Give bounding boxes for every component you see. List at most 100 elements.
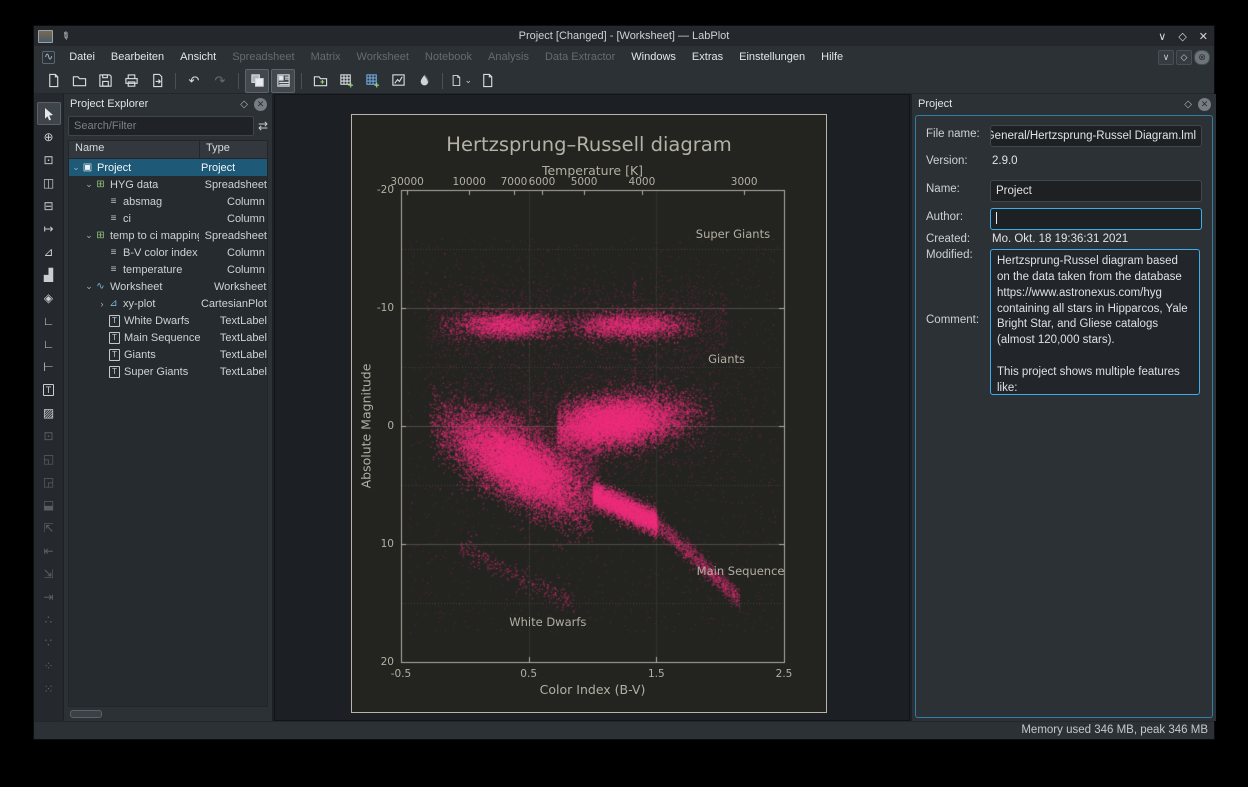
expander-icon[interactable]: › bbox=[97, 299, 107, 309]
column-icon: ≡ bbox=[107, 196, 120, 207]
new-project-button[interactable] bbox=[41, 69, 65, 93]
tool-zoom-fit-x: ⬓ bbox=[37, 493, 61, 516]
toggle-properties-explorer-button[interactable] bbox=[271, 69, 295, 93]
menu-bearbeiten[interactable]: Bearbeiten bbox=[103, 51, 172, 63]
properties-dock: Project ◇ ✕ File name: lot/data/examples… bbox=[910, 94, 1216, 721]
tool-add-axis-3[interactable]: ⊢ bbox=[37, 355, 61, 378]
spreadsheet-icon: ⊞ bbox=[94, 179, 107, 190]
tool-add-fit[interactable]: ◈ bbox=[37, 286, 61, 309]
x2-tick-label: 6000 bbox=[529, 176, 556, 188]
expander-icon[interactable]: ⌄ bbox=[84, 281, 94, 292]
x-tick-label: 2.5 bbox=[776, 668, 793, 680]
template-save-button[interactable] bbox=[475, 69, 499, 93]
undo-button[interactable]: ↶ bbox=[182, 69, 206, 93]
export-button[interactable] bbox=[145, 69, 169, 93]
float-dock-icon[interactable]: ◇ bbox=[1184, 99, 1192, 110]
save-project-button[interactable] bbox=[93, 69, 117, 93]
horizontal-scrollbar[interactable] bbox=[70, 710, 102, 718]
menu-hilfe[interactable]: Hilfe bbox=[813, 51, 851, 63]
tool-zoom-x-select[interactable]: ◫ bbox=[37, 171, 61, 194]
item-type: Project bbox=[195, 162, 267, 174]
tool-zoom-select[interactable]: ⊡ bbox=[37, 148, 61, 171]
text-caret bbox=[996, 212, 997, 224]
open-project-button[interactable] bbox=[67, 69, 91, 93]
menu-einstellungen[interactable]: Einstellungen bbox=[731, 51, 813, 63]
author-label: Author: bbox=[926, 211, 963, 223]
tool-shift-range[interactable]: ↦ bbox=[37, 217, 61, 240]
expander-icon[interactable]: ⌄ bbox=[84, 179, 94, 190]
tree-row-temp-to-ci-mapping[interactable]: ⌄⊞temp to ci mappingSpreadsheet bbox=[69, 227, 267, 244]
add-worksheet-button[interactable] bbox=[386, 69, 410, 93]
add-folder-button[interactable] bbox=[308, 69, 332, 93]
close-dock-icon[interactable]: ✕ bbox=[1198, 98, 1211, 111]
menu-ansicht[interactable]: Ansicht bbox=[172, 51, 224, 63]
properties-title: Project bbox=[918, 98, 952, 110]
float-dock-icon[interactable]: ◇ bbox=[240, 99, 248, 110]
mdi-minimize-button[interactable]: ∨ bbox=[1158, 50, 1174, 65]
new-from-template-button[interactable]: ⌄ bbox=[449, 69, 473, 93]
y-tick-label: -20 bbox=[377, 184, 394, 196]
minimize-button[interactable]: ∨ bbox=[1158, 30, 1166, 43]
comment-textarea[interactable]: Hertzsprung-Russel diagram based on the … bbox=[990, 249, 1200, 395]
mdi-close-button[interactable]: ⊗ bbox=[1194, 50, 1210, 65]
tool-add-histogram[interactable]: ▟ bbox=[37, 263, 61, 286]
tool-add-plot[interactable]: ⊿ bbox=[37, 240, 61, 263]
version-label: Version: bbox=[926, 155, 968, 167]
item-type: TextLabel bbox=[214, 332, 267, 344]
tree-row-temperature[interactable]: ≡temperatureColumn bbox=[69, 261, 267, 278]
created-label: Created: bbox=[926, 233, 970, 245]
modified-label: Modified: bbox=[926, 249, 973, 261]
expander-icon[interactable]: ⌄ bbox=[84, 230, 94, 241]
tree-row-giants[interactable]: TGiantsTextLabel bbox=[69, 346, 267, 363]
tool-add-text-label[interactable]: T bbox=[37, 378, 61, 401]
color-theme-button[interactable] bbox=[412, 69, 436, 93]
tree-row-absmag[interactable]: ≡absmagColumn bbox=[69, 193, 267, 210]
name-input[interactable]: Project bbox=[990, 180, 1202, 202]
add-spreadsheet-button[interactable] bbox=[334, 69, 358, 93]
worksheet-icon: ∿ bbox=[94, 281, 107, 292]
add-matrix-button[interactable] bbox=[360, 69, 384, 93]
expander-icon[interactable]: ⌄ bbox=[71, 162, 81, 173]
filter-options-icon[interactable]: ⇄ bbox=[258, 119, 268, 133]
tree-row-xy-plot[interactable]: ›⊿xy-plotCartesianPlot bbox=[69, 295, 267, 312]
x-tick-label: 0.5 bbox=[520, 668, 537, 680]
column-icon: ≡ bbox=[107, 264, 120, 275]
menu-extras[interactable]: Extras bbox=[684, 51, 731, 63]
tree-row-ci[interactable]: ≡ciColumn bbox=[69, 210, 267, 227]
tool-align-h: ⁘ bbox=[37, 654, 61, 677]
tree-row-project[interactable]: ⌄▣ProjectProject bbox=[69, 159, 267, 176]
tool-add-axis-1[interactable]: ∟ bbox=[37, 309, 61, 332]
tool-zoom-y-select[interactable]: ⊟ bbox=[37, 194, 61, 217]
column-header-type[interactable]: Type bbox=[200, 141, 236, 158]
close-button[interactable]: ✕ bbox=[1199, 30, 1208, 43]
close-dock-icon[interactable]: ✕ bbox=[254, 98, 267, 111]
menu-datei[interactable]: Datei bbox=[61, 51, 103, 63]
author-input[interactable] bbox=[990, 208, 1202, 230]
tool-crosshair[interactable]: ⊕ bbox=[37, 125, 61, 148]
item-name: White Dwarfs bbox=[124, 315, 189, 327]
pin-icon[interactable]: ✎ bbox=[58, 29, 71, 43]
search-input[interactable]: Search/Filter bbox=[68, 116, 254, 136]
print-button[interactable] bbox=[119, 69, 143, 93]
y-tick-label: 10 bbox=[381, 538, 394, 550]
tool-select[interactable] bbox=[37, 102, 61, 125]
labplot-logo-icon: ∿ bbox=[42, 51, 55, 64]
file-name-input[interactable]: lot/data/examples/General/Hertzsprung-Ru… bbox=[990, 125, 1202, 147]
tree-row-white-dwarfs[interactable]: TWhite DwarfsTextLabel bbox=[69, 312, 267, 329]
tool-add-axis-2[interactable]: ∟ bbox=[37, 332, 61, 355]
y-axis-label: Absolute Magnitude bbox=[359, 364, 374, 489]
tree-row-super-giants[interactable]: TSuper GiantsTextLabel bbox=[69, 363, 267, 380]
plot-icon: ⊿ bbox=[107, 298, 120, 309]
menu-windows[interactable]: Windows bbox=[623, 51, 684, 63]
tree-row-b-v-color-index[interactable]: ≡B-V color indexColumn bbox=[69, 244, 267, 261]
mdi-restore-button[interactable]: ◇ bbox=[1176, 50, 1192, 65]
maximize-button[interactable]: ◇ bbox=[1178, 30, 1186, 43]
column-header-name[interactable]: Name bbox=[69, 141, 200, 158]
annotation-super-giants: Super Giants bbox=[696, 227, 770, 241]
tree-row-worksheet[interactable]: ⌄∿WorksheetWorksheet bbox=[69, 278, 267, 295]
tree-row-hyg-data[interactable]: ⌄⊞HYG dataSpreadsheet bbox=[69, 176, 267, 193]
tool-add-image[interactable]: ▨ bbox=[37, 401, 61, 424]
toggle-project-explorer-button[interactable] bbox=[245, 69, 269, 93]
xy-plot-canvas[interactable] bbox=[352, 115, 826, 712]
tree-row-main-sequence[interactable]: TMain SequenceTextLabel bbox=[69, 329, 267, 346]
